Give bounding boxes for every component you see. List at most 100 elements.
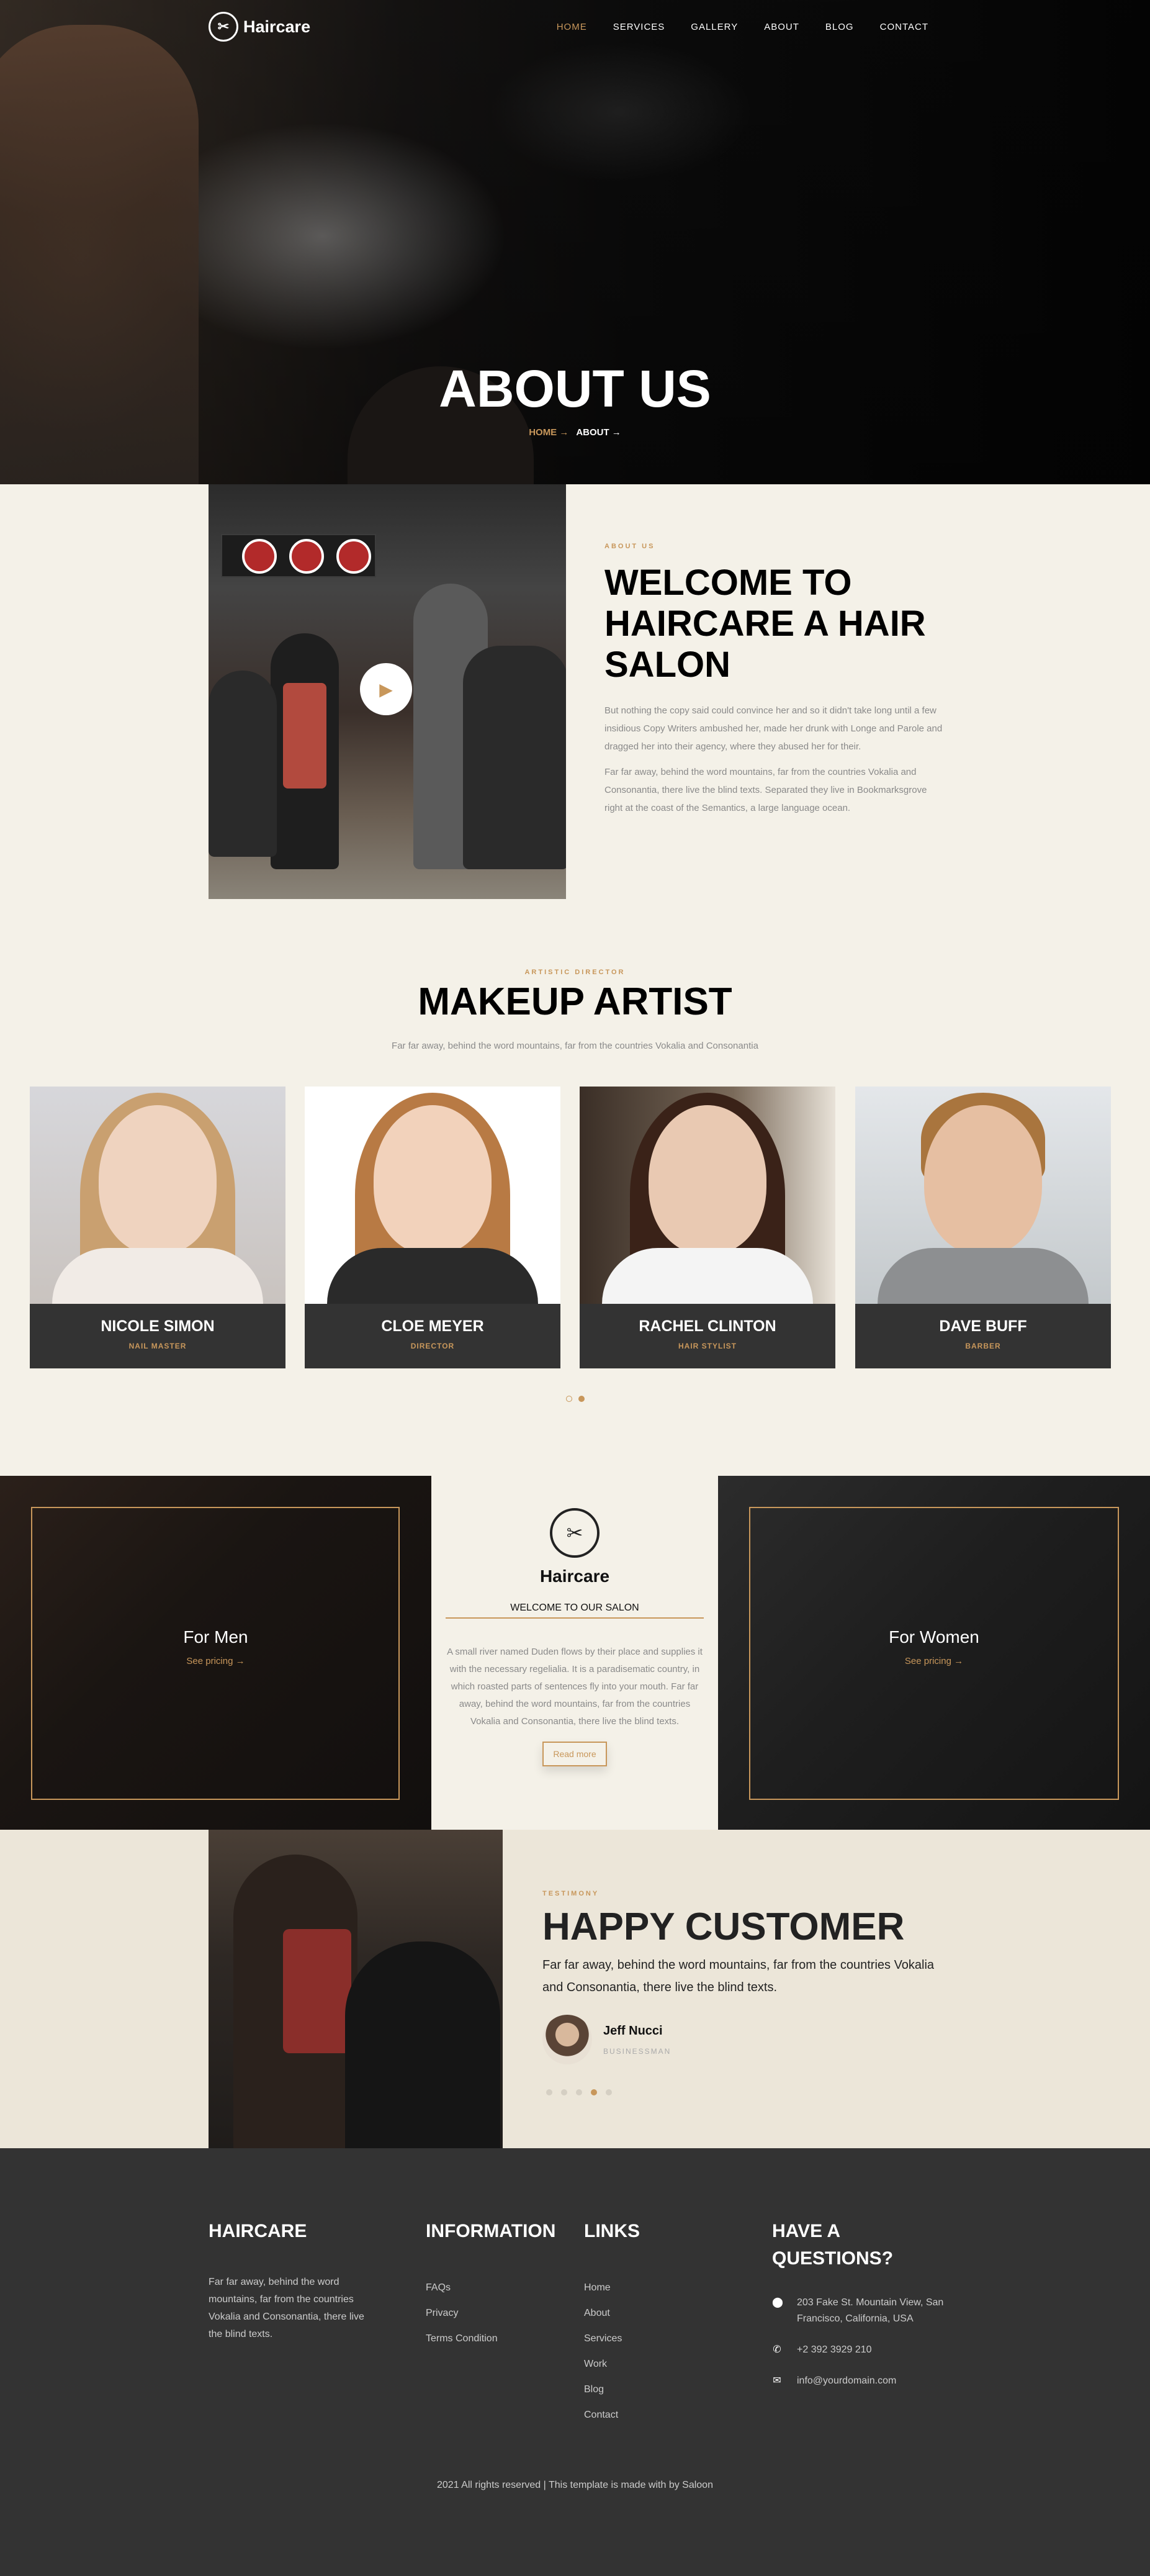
clothing-shape: [602, 1248, 813, 1304]
team-name: CLOE MEYER: [381, 1317, 484, 1335]
team-info: CLOE MEYER DIRECTOR: [305, 1304, 560, 1368]
testimony-pagination: [542, 2089, 952, 2095]
footer-about: HAIRCARE Far far away, behind the word m…: [209, 2218, 376, 2343]
team-info: NICOLE SIMON NAIL MASTER: [30, 1304, 285, 1368]
breadcrumb-current: ABOUT →: [576, 427, 621, 438]
contact-address: ⬤ 203 Fake St. Mountain View, San Franci…: [772, 2295, 958, 2327]
carousel-dot-active[interactable]: [578, 1396, 585, 1402]
service-men-pricing-link[interactable]: See pricing →: [0, 1656, 431, 1666]
footer-link-services[interactable]: Services: [584, 2333, 622, 2344]
footer-links: LINKS Home About Services Work Blog Cont…: [584, 2218, 640, 2435]
team-subtitle: Far far away, behind the word mountains,…: [392, 1041, 758, 1051]
footer-link-terms[interactable]: Terms Condition: [426, 2333, 498, 2344]
footer-contact: HAVE A QUESTIONS? ⬤ 203 Fake St. Mountai…: [772, 2218, 958, 2404]
footer-heading: LINKS: [584, 2221, 640, 2241]
team-card[interactable]: NICOLE SIMON NAIL MASTER: [30, 1087, 285, 1368]
testimony-title: HAPPY CUSTOMER: [542, 1905, 905, 1948]
testimony-dot-active[interactable]: [591, 2089, 597, 2095]
nav-contact[interactable]: CONTACT: [880, 22, 928, 32]
service-women-label: For Women: [889, 1627, 979, 1647]
brand-name: Haircare: [243, 17, 311, 36]
about-content: ABOUT US WELCOME TO HAIRCARE A HAIR SALO…: [604, 543, 947, 817]
team-card[interactable]: DAVE BUFF BARBER: [855, 1087, 1111, 1368]
footer-link-work[interactable]: Work: [584, 2359, 607, 2369]
team-photo: [30, 1087, 285, 1304]
footer-link-about[interactable]: About: [584, 2308, 610, 2318]
team-name: RACHEL CLINTON: [639, 1317, 776, 1335]
breadcrumb: HOME → ABOUT →: [0, 427, 1150, 438]
salon-subtitle: WELCOME TO OUR SALON: [446, 1602, 704, 1619]
author-name: Jeff Nucci: [603, 2023, 663, 2038]
testimony-content: TESTIMONY HAPPY CUSTOMER Far far away, b…: [542, 1890, 952, 2095]
main-menu: HOME SERVICES GALLERY ABOUT BLOG CONTACT: [557, 22, 928, 32]
envelope-icon: ✉: [773, 2375, 781, 2386]
wall-sign: [242, 539, 277, 574]
nav-home[interactable]: HOME: [557, 22, 587, 32]
footer-link-contact[interactable]: Contact: [584, 2410, 618, 2420]
team-info: DAVE BUFF BARBER: [855, 1304, 1111, 1368]
testimony-dot[interactable]: [546, 2089, 552, 2095]
contact-email[interactable]: ✉ info@yourdomain.com: [772, 2373, 958, 2389]
breadcrumb-home[interactable]: HOME →: [529, 427, 568, 438]
testimony-photo: [209, 1830, 503, 2148]
nav-gallery[interactable]: GALLERY: [691, 22, 738, 32]
footer-link-privacy[interactable]: Privacy: [426, 2308, 458, 2318]
team-name: DAVE BUFF: [939, 1317, 1027, 1335]
nav-blog[interactable]: BLOG: [825, 22, 854, 32]
team-info: RACHEL CLINTON HAIR STYLIST: [580, 1304, 835, 1368]
play-video-button[interactable]: ▶: [360, 663, 412, 715]
footer-link-home[interactable]: Home: [584, 2282, 611, 2293]
page-title: ABOUT US: [439, 359, 711, 418]
salon-brand: Haircare: [539, 1566, 610, 1586]
testimony-author: Jeff Nucci BUSINESSMAN: [542, 2015, 952, 2064]
about-title: WELCOME TO HAIRCARE A HAIR SALON: [604, 563, 926, 685]
map-pin-icon: ⬤: [772, 2297, 783, 2308]
service-men-label: For Men: [183, 1627, 248, 1647]
copyright: 2021 All rights reserved | This template…: [437, 2480, 713, 2490]
team-card[interactable]: RACHEL CLINTON HAIR STYLIST: [580, 1087, 835, 1368]
about-video-thumbnail[interactable]: ▶: [209, 484, 566, 899]
team-name: NICOLE SIMON: [101, 1317, 215, 1335]
footer-information: INFORMATION FAQs Privacy Terms Condition: [426, 2218, 555, 2359]
footer-about-text: Far far away, behind the word mountains,…: [209, 2277, 364, 2339]
clothing-shape: [878, 1248, 1089, 1304]
play-icon: ▶: [379, 679, 393, 699]
barber-apron: [283, 1929, 351, 2053]
service-women-pricing-link[interactable]: See pricing →: [718, 1656, 1150, 1666]
salon-description: A small river named Duden flows by their…: [447, 1647, 703, 1727]
face-shape: [374, 1105, 492, 1254]
testimony-dot[interactable]: [606, 2089, 612, 2095]
carousel-pagination: [0, 1396, 1150, 1402]
brand-logo[interactable]: ✂ Haircare: [209, 12, 310, 42]
wall-sign: [336, 539, 371, 574]
address-text: 203 Fake St. Mountain View, San Francisc…: [797, 2297, 944, 2324]
clothing-shape: [52, 1248, 263, 1304]
chair-figure: [463, 646, 566, 869]
nav-about[interactable]: ABOUT: [764, 22, 799, 32]
service-women-tile[interactable]: For Women See pricing →: [718, 1476, 1150, 1830]
face-shape: [649, 1105, 766, 1254]
team-card[interactable]: CLOE MEYER DIRECTOR: [305, 1087, 560, 1368]
client-figure: [345, 1941, 500, 2148]
team-photo: [305, 1087, 560, 1304]
wall-sign: [289, 539, 324, 574]
clothing-shape: [327, 1248, 538, 1304]
nav-services[interactable]: SERVICES: [613, 22, 665, 32]
footer-link-faqs[interactable]: FAQs: [426, 2282, 451, 2293]
author-role: BUSINESSMAN: [603, 2046, 672, 2056]
salon-intro: ✂ Haircare WELCOME TO OUR SALON A small …: [431, 1476, 718, 1830]
scissors-logo-icon: ✂: [550, 1508, 600, 1558]
footer-link-blog[interactable]: Blog: [584, 2384, 604, 2395]
carousel-dot[interactable]: [565, 1396, 572, 1402]
testimony-dot[interactable]: [561, 2089, 567, 2095]
footer-heading: HAIRCARE: [209, 2221, 307, 2241]
barber-apron: [283, 683, 326, 789]
read-more-button[interactable]: Read more: [542, 1742, 607, 1766]
contact-phone[interactable]: ✆ +2 392 3929 210: [772, 2342, 958, 2358]
hero-banner: ✂ Haircare HOME SERVICES GALLERY ABOUT B…: [0, 0, 1150, 484]
chair-figure: [209, 671, 277, 857]
testimony-dot[interactable]: [576, 2089, 582, 2095]
service-men-tile[interactable]: For Men See pricing →: [0, 1476, 431, 1830]
phone-icon: ✆: [773, 2344, 781, 2355]
email-text: info@yourdomain.com: [797, 2375, 897, 2386]
